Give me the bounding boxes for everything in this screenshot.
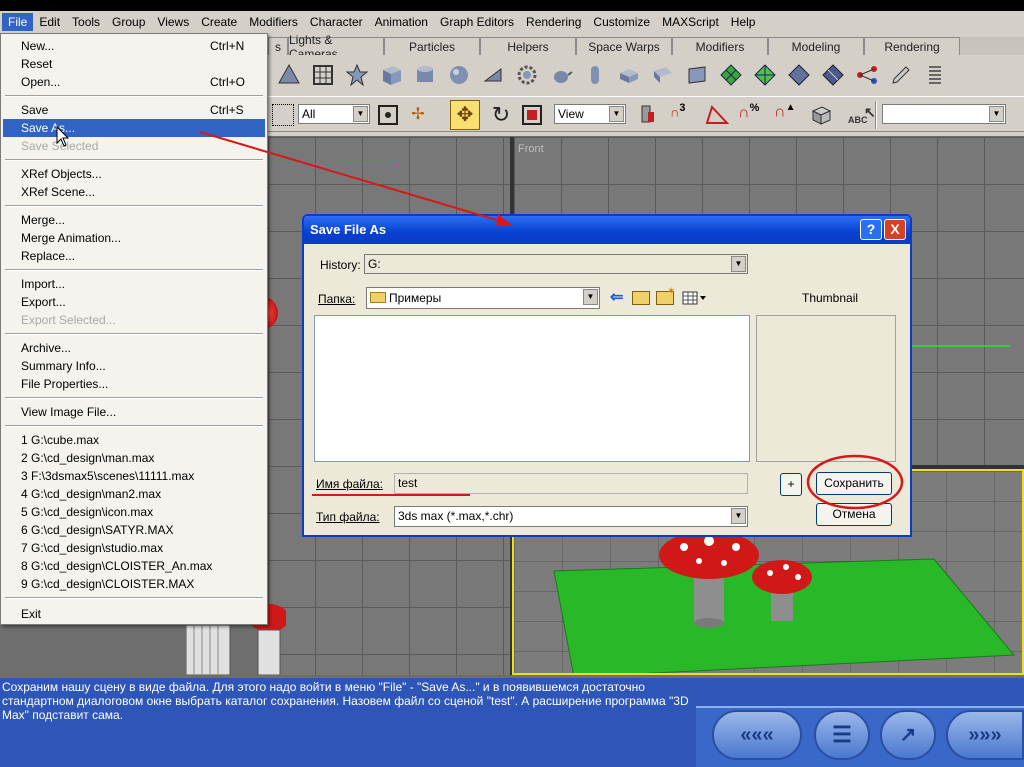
app-window: File Edit Tools Group Views Create Modif… — [0, 0, 1024, 767]
annotation-arrow-line — [199, 131, 511, 225]
annotation-circle — [806, 454, 904, 510]
play-button[interactable]: ↗ — [880, 710, 936, 760]
rewind-button[interactable]: ««« — [712, 710, 802, 760]
forward-button[interactable]: »»» — [946, 710, 1024, 760]
status-text: Сохраним нашу сцену в виде файла. Для эт… — [2, 680, 689, 722]
menu-list-button[interactable]: ☰ — [814, 710, 870, 760]
status-panel: Сохраним нашу сцену в виде файла. Для эт… — [0, 678, 1024, 767]
annotation-arrow-head — [496, 214, 512, 226]
annotation-overlay — [199, 131, 904, 510]
